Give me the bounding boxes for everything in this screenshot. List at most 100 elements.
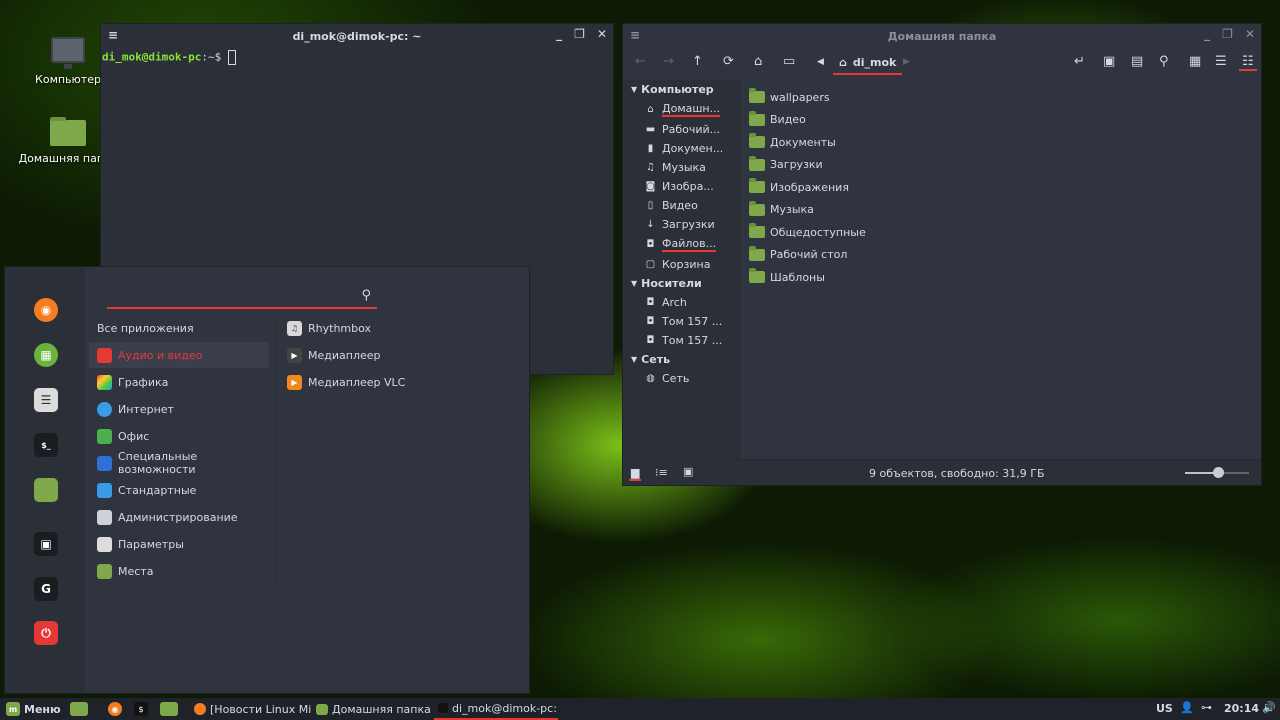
keyboard-layout[interactable]: US [1156, 702, 1173, 715]
terminal-icon[interactable]: $_ [34, 433, 58, 457]
app-vlc[interactable]: ▶ Медиаплеер VLC [287, 371, 405, 393]
list-view-icon[interactable]: ☰ [1215, 54, 1227, 69]
accessories-icon [97, 482, 112, 498]
list-item[interactable]: Общедоступные [749, 221, 866, 244]
list-item[interactable]: Рабочий стол [749, 244, 866, 267]
zoom-slider-knob[interactable] [1213, 467, 1224, 478]
sidebar-item-documents[interactable]: ▮ Докумен... [623, 139, 741, 158]
category-places[interactable]: Места [89, 558, 269, 584]
compact-view-icon[interactable]: ☷ [1239, 54, 1257, 71]
sidebar-item-pictures[interactable]: ◙ Изобра... [623, 177, 741, 196]
minimize-button[interactable]: _ [1204, 27, 1210, 41]
zoom-slider[interactable] [1185, 467, 1249, 478]
minimize-button[interactable]: _ [556, 27, 562, 41]
category-audio-video[interactable]: Аудио и видео [89, 342, 269, 368]
category-all-apps[interactable]: Все приложения [89, 315, 269, 341]
back-arrow-icon[interactable]: ← [635, 54, 646, 69]
prompt-user: di_mok@dimok-pc [102, 50, 202, 64]
status-text: 9 объектов, свободно: 31,9 ГБ [869, 467, 1045, 480]
lock-screen-icon[interactable]: ▣ [34, 532, 58, 556]
list-item[interactable]: Музыка [749, 199, 866, 222]
sidebar-item-music[interactable]: ♫ Музыка [623, 158, 741, 177]
computer-icon[interactable]: ▭ [783, 54, 795, 69]
list-item[interactable]: Загрузки [749, 154, 866, 177]
terminal-titlebar[interactable]: ≡ di_mok@dimok-pc: ~ _ ❐ ✕ [101, 24, 613, 48]
settings-icon[interactable]: ☰ [34, 388, 58, 412]
clock[interactable]: 20:14 [1224, 702, 1259, 715]
sidebar-header-computer[interactable]: ▼ Компьютер [623, 80, 741, 99]
close-button[interactable]: ✕ [597, 27, 607, 41]
category-accessibility[interactable]: Специальные возможности [89, 450, 269, 476]
sidebar-item-videos[interactable]: ▯ Видео [623, 196, 741, 215]
software-manager-icon[interactable]: ▦ [34, 343, 58, 367]
category-administration[interactable]: Администрирование [89, 504, 269, 530]
places-pane-icon[interactable]: ▆ [629, 466, 642, 481]
search-icon[interactable]: ⚲ [1159, 54, 1169, 69]
hamburger-menu-icon[interactable]: ≡ [630, 28, 640, 42]
file-manager-window[interactable]: ≡ Домашняя папка _ ❐ ✕ ← → ↑ ⟳ ⌂ ▭ ◀ ⌂ d… [622, 23, 1262, 486]
category-accessories[interactable]: Стандартные [89, 477, 269, 503]
tree-pane-icon[interactable]: ⁝≡ [655, 466, 668, 479]
location-button[interactable]: ⌂ di_mok [833, 51, 903, 75]
logout-icon[interactable]: G [34, 577, 58, 601]
files-launcher[interactable] [156, 698, 182, 720]
category-graphics[interactable]: Графика [89, 369, 269, 395]
category-internet[interactable]: Интернет [89, 396, 269, 422]
up-arrow-icon[interactable]: ↑ [692, 54, 703, 69]
sidebar-item-device[interactable]: ◘ Том 157 ... [623, 331, 741, 350]
list-item[interactable]: Видео [749, 109, 866, 132]
show-desktop-launcher[interactable] [66, 698, 92, 720]
open-terminal-icon[interactable]: ↵ [1074, 54, 1085, 69]
chevron-right-icon[interactable]: ▶ [903, 57, 910, 67]
list-item[interactable]: Шаблоны [749, 266, 866, 289]
chevron-left-icon[interactable]: ◀ [817, 57, 824, 67]
firefox-icon[interactable]: ◉ [34, 298, 58, 322]
sidebar-item-desktop[interactable]: ▬ Рабочий... [623, 120, 741, 139]
task-firefox[interactable]: [Новости Linux Min... [190, 698, 312, 720]
app-media-player[interactable]: ▶ Медиаплеер [287, 344, 381, 366]
sidebar-item-downloads[interactable]: ↓ Загрузки [623, 215, 741, 234]
hide-sidebar-icon[interactable]: ▣ [683, 465, 693, 478]
sidebar-item-device[interactable]: ◘ Arch [623, 293, 741, 312]
terminal-launcher[interactable]: $ [130, 698, 152, 720]
triangle-down-icon: ▼ [631, 85, 638, 94]
power-icon[interactable]: ⏻ [34, 621, 58, 645]
close-button[interactable]: ✕ [1245, 27, 1255, 41]
file-manager-titlebar[interactable]: ≡ Домашняя папка _ ❐ ✕ [623, 24, 1261, 48]
sidebar-item-home[interactable]: ⌂ Домашн... [623, 99, 741, 120]
user-icon[interactable]: 👤 [1180, 701, 1194, 714]
category-office[interactable]: Офис [89, 423, 269, 449]
category-preferences[interactable]: Параметры [89, 531, 269, 557]
maximize-button[interactable]: ❐ [1222, 27, 1233, 41]
list-item[interactable]: wallpapers [749, 86, 866, 109]
sidebar-item-filesystem[interactable]: ◘ Файлов... [623, 234, 741, 255]
sidebar-item-network[interactable]: ◍ Сеть [623, 369, 741, 388]
task-file-manager[interactable]: Домашняя папка [312, 698, 435, 720]
sidebar-header-network[interactable]: ▼ Сеть [623, 350, 741, 369]
new-folder-icon[interactable]: ▤ [1131, 54, 1143, 69]
icon-view-icon[interactable]: ▦ [1189, 54, 1201, 69]
sidebar-item-device[interactable]: ◘ Том 157 ... [623, 312, 741, 331]
list-item[interactable]: Изображения [749, 176, 866, 199]
favorites-bar: ◉ ▦ ☰ $_ ▣ G ⏻ [5, 267, 85, 693]
folder-icon[interactable] [34, 478, 58, 502]
network-icon[interactable]: ⊶ [1201, 701, 1212, 714]
sidebar-header-devices[interactable]: ▼ Носители [623, 274, 741, 293]
home-icon[interactable]: ⌂ [754, 54, 762, 69]
list-item[interactable]: Документы [749, 131, 866, 154]
terminal-icon: $ [134, 702, 148, 716]
sidebar-item-trash[interactable]: ▢ Корзина [623, 255, 741, 274]
terminal-output[interactable]: di_mok@dimok-pc:~$ [101, 48, 613, 65]
forward-arrow-icon[interactable]: → [663, 54, 674, 69]
menu-button[interactable]: m Меню [2, 698, 65, 720]
reload-icon[interactable]: ⟳ [723, 54, 734, 69]
globe-icon: ◍ [646, 373, 655, 384]
firefox-launcher[interactable]: ◉ [104, 698, 126, 720]
hamburger-menu-icon[interactable]: ≡ [108, 28, 118, 42]
volume-icon[interactable]: 🔊 [1262, 701, 1276, 714]
terminal-icon[interactable]: ▣ [1103, 54, 1115, 69]
maximize-button[interactable]: ❐ [574, 27, 585, 41]
search-field[interactable]: ⚲ [107, 287, 377, 309]
app-rhythmbox[interactable]: ♫ Rhythmbox [287, 317, 371, 339]
task-terminal[interactable]: di_mok@dimok-pc: ~ [434, 698, 558, 720]
